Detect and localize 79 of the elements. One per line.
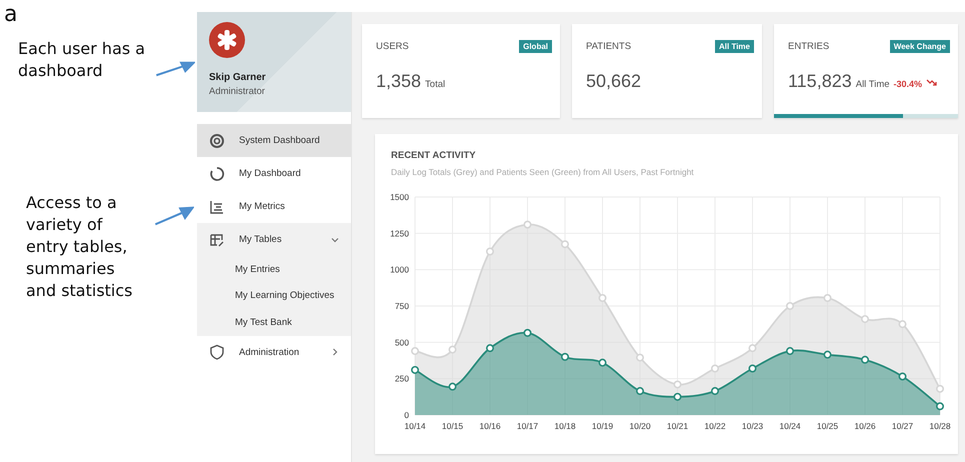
nav-icon (209, 232, 225, 248)
axis-label: 10/15 (442, 421, 464, 431)
stat-badge: Global (519, 40, 552, 53)
submenu-item[interactable]: My Learning Objectives (197, 282, 351, 309)
stat-badge: All Time (715, 40, 754, 53)
stat-unit: All Time (856, 79, 890, 90)
avatar-icon (209, 22, 245, 58)
stat-value: 1,358 (376, 71, 422, 92)
data-point (598, 294, 606, 302)
sidebar-item[interactable]: My Dashboard (197, 157, 351, 190)
axis-label: 500 (394, 337, 409, 348)
axis-label: 750 (394, 301, 409, 311)
stat-change: -30.4% (894, 79, 922, 89)
axis-label: 10/19 (592, 421, 614, 431)
figure-label: a (3, 1, 18, 29)
submenu-item[interactable]: My Entries (197, 256, 351, 282)
axis-label: 10/22 (704, 421, 726, 431)
data-point (824, 350, 832, 359)
nav-icon (209, 198, 225, 214)
axis-label: 10/28 (929, 421, 951, 431)
axis-label: 10/20 (629, 421, 651, 431)
data-point (486, 248, 494, 256)
annotation-text: Access to a variety of entry tables, summaries and statistics (26, 192, 134, 302)
data-point (448, 382, 456, 391)
axis-label: 10/18 (554, 421, 576, 431)
stat-value: 115,823 (788, 71, 852, 92)
data-point (898, 372, 906, 380)
data-point (448, 346, 456, 354)
data-point (711, 364, 719, 372)
nav-icon (209, 344, 225, 360)
data-point (748, 364, 756, 372)
data-point (674, 392, 682, 401)
user-role: Administrator (209, 86, 266, 97)
sidebar-item[interactable]: My Tables (197, 223, 351, 256)
user-name: Skip Garner (209, 72, 267, 83)
data-point (786, 302, 794, 310)
stat-label: ENTRIES (788, 41, 830, 52)
axis-label: 1250 (390, 228, 409, 238)
axis-label: 10/16 (479, 421, 501, 431)
axis-label: 10/21 (666, 421, 688, 431)
data-point (636, 387, 644, 396)
axis-label: 1500 (390, 192, 409, 202)
data-point (486, 344, 494, 352)
stat-label: USERS (376, 41, 409, 52)
data-point (786, 347, 794, 356)
axis-label: 10/23 (742, 421, 764, 431)
axis-label: 250 (394, 374, 409, 384)
axis-label: 10/17 (516, 421, 538, 431)
data-point (636, 354, 644, 362)
stat-label: PATIENTS (586, 41, 632, 52)
data-point (748, 344, 756, 352)
trend-down-icon (926, 79, 938, 87)
sidebar-item[interactable]: My Metrics (197, 190, 351, 223)
stat-unit: Total (425, 79, 446, 90)
nav-icon (209, 166, 225, 182)
nav-icon (209, 132, 225, 148)
data-point (711, 387, 719, 396)
axis-label: 10/25 (816, 421, 838, 431)
data-point (561, 240, 569, 248)
annotation-text: Each user has a dashboard (18, 38, 146, 82)
data-point (898, 320, 906, 328)
data-point (861, 356, 869, 364)
sidebar-item[interactable]: Administration (197, 336, 351, 368)
stat-value: 50,662 (586, 71, 642, 92)
stat-badge: Week Change (890, 40, 950, 53)
data-point (861, 315, 869, 324)
axis-label: 0 (404, 410, 409, 420)
sidebar-item[interactable]: System Dashboard (197, 124, 351, 157)
axis-label: 10/27 (892, 421, 914, 431)
axis-label: 10/24 (779, 421, 801, 431)
submenu-item[interactable]: My Test Bank (197, 309, 351, 336)
chart-title: RECENT ACTIVITY (391, 150, 477, 161)
data-point (824, 294, 832, 302)
axis-label: 10/14 (404, 421, 426, 431)
axis-label: 10/26 (854, 421, 876, 431)
data-point (561, 352, 569, 361)
data-point (598, 358, 606, 367)
axis-label: 1000 (390, 264, 409, 275)
chart-subtitle: Daily Log Totals (Grey) and Patients Seen (Green) from All Users, Past Fortnight (391, 167, 695, 177)
